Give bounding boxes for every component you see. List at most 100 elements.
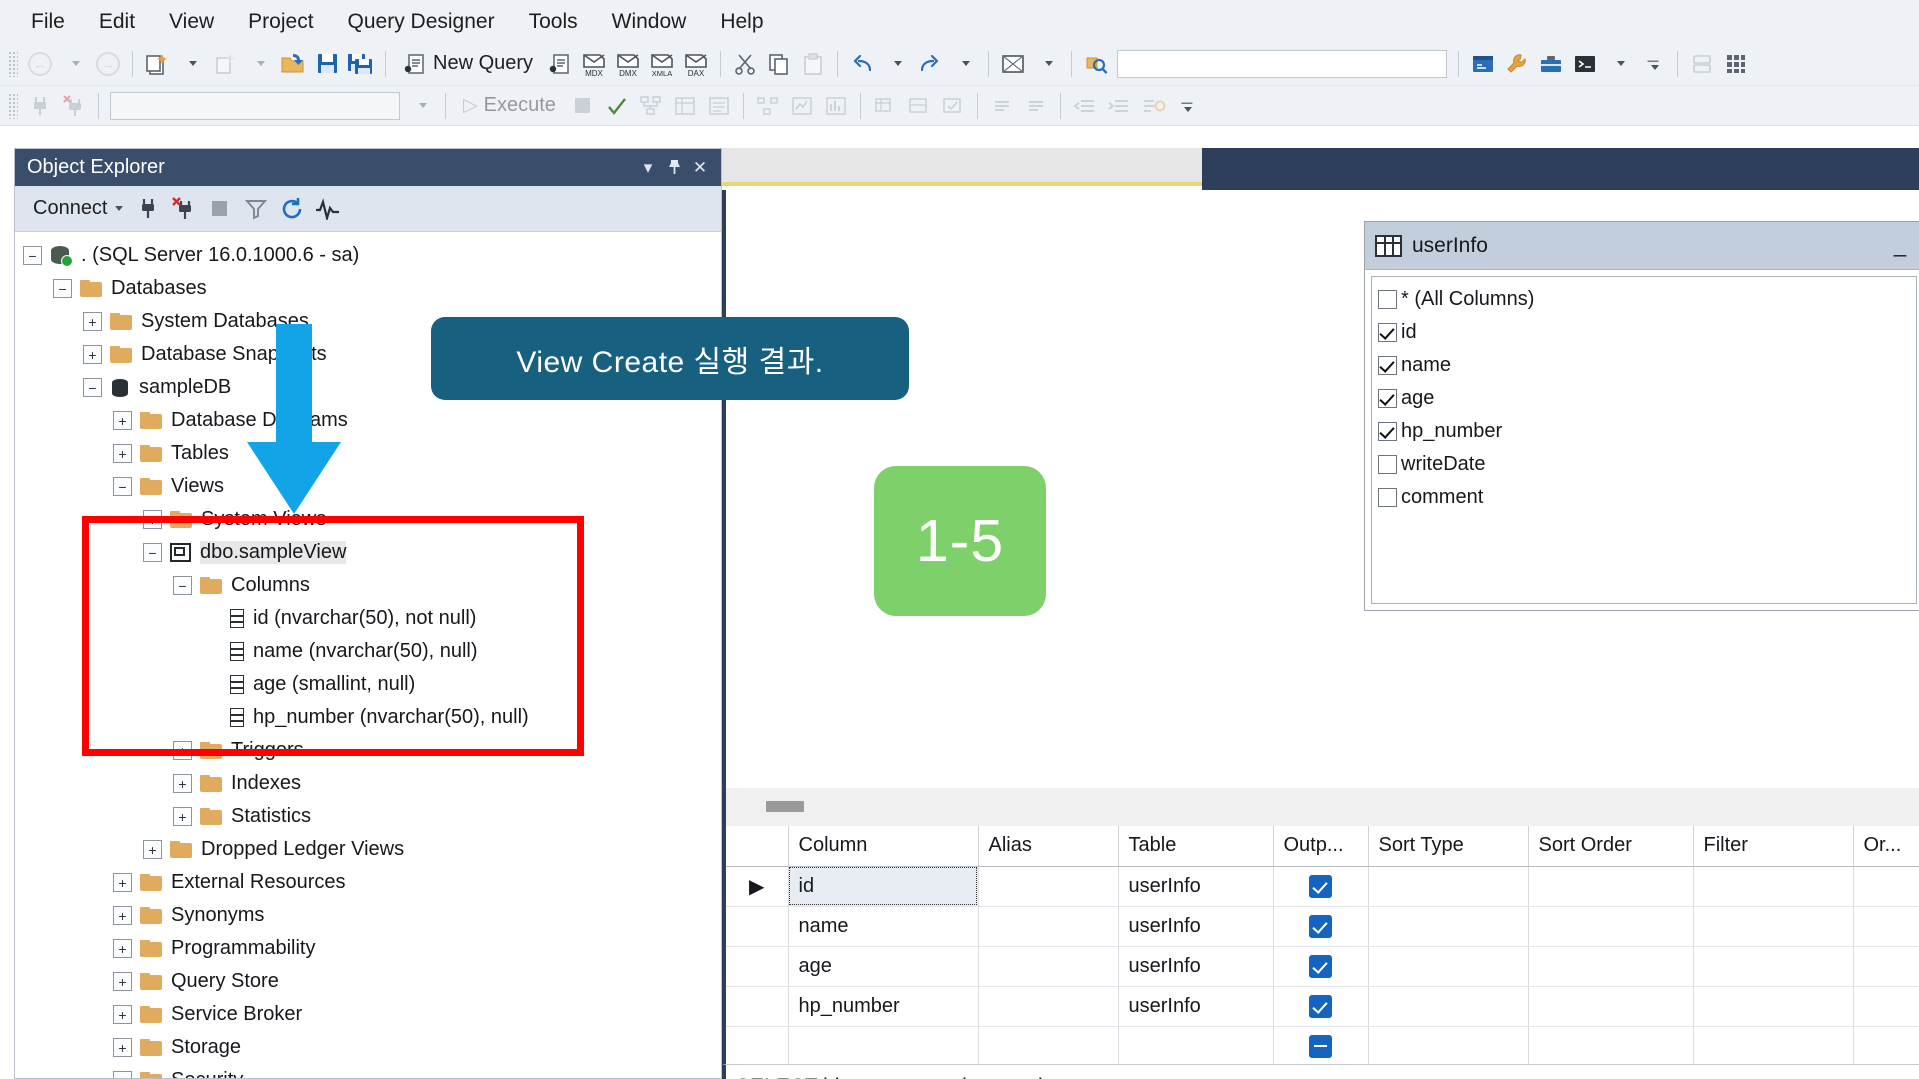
menu-item-file[interactable]: File bbox=[14, 9, 82, 34]
verify-sql-button[interactable] bbox=[937, 90, 969, 122]
tree-expander-plus[interactable]: + bbox=[113, 1005, 132, 1024]
cell-or[interactable] bbox=[1853, 986, 1919, 1027]
table-box-column-list[interactable]: * (All Columns) id name age hp_number writeDa… bbox=[1371, 276, 1917, 604]
connect-object-explorer-button[interactable] bbox=[131, 193, 165, 225]
cell-table[interactable]: userInfo bbox=[1118, 906, 1274, 947]
disconnect-object-explorer-button[interactable] bbox=[167, 193, 201, 225]
navigate-forward-button[interactable]: → bbox=[92, 48, 124, 80]
new-dax-query-button[interactable]: DAX bbox=[680, 48, 712, 80]
grid-column-header[interactable]: Sort Type bbox=[1368, 826, 1529, 867]
tree-node[interactable]: + Programmability bbox=[15, 932, 721, 965]
parse-button[interactable] bbox=[601, 90, 633, 122]
menu-item-help[interactable]: Help bbox=[703, 9, 780, 34]
options-button[interactable] bbox=[1501, 48, 1533, 80]
row-marker[interactable] bbox=[726, 946, 789, 987]
column-checkbox[interactable] bbox=[1378, 455, 1397, 474]
row-marker[interactable] bbox=[726, 1026, 789, 1064]
tree-node[interactable]: + Tables bbox=[15, 437, 721, 470]
column-checkbox[interactable] bbox=[1378, 323, 1397, 342]
cell-alias[interactable] bbox=[978, 1026, 1119, 1064]
stop-button[interactable] bbox=[203, 193, 237, 225]
criteria-grid-row[interactable]: ▶ id userInfo bbox=[726, 866, 1919, 907]
menu-item-window[interactable]: Window bbox=[595, 9, 704, 34]
toolbar-overflow-button[interactable]: — bbox=[1637, 48, 1669, 80]
menu-item-view[interactable]: View bbox=[152, 9, 231, 34]
cell-table[interactable]: userInfo bbox=[1118, 946, 1274, 987]
pin-icon[interactable] bbox=[661, 155, 687, 181]
cell-or[interactable] bbox=[1853, 866, 1919, 907]
tree-expander-minus[interactable]: − bbox=[113, 477, 132, 496]
tree-node[interactable]: + Indexes bbox=[15, 767, 721, 800]
new-project-dropdown[interactable] bbox=[175, 48, 207, 80]
include-client-stats-button[interactable] bbox=[820, 90, 852, 122]
column-checkbox[interactable] bbox=[1378, 290, 1397, 309]
results-to-text-button[interactable] bbox=[703, 90, 735, 122]
grid-column-header[interactable]: Alias bbox=[978, 826, 1119, 867]
results-to-grid-button[interactable] bbox=[669, 90, 701, 122]
tree-node[interactable]: + Service Broker bbox=[15, 998, 721, 1031]
cell-column[interactable]: id bbox=[788, 866, 979, 907]
tree-expander-minus[interactable]: − bbox=[143, 543, 162, 562]
row-marker[interactable] bbox=[726, 906, 789, 947]
toolbar-search-input[interactable] bbox=[1117, 49, 1448, 78]
tree-node[interactable]: id (nvarchar(50), not null) bbox=[15, 602, 721, 635]
minimize-icon[interactable]: ▾ bbox=[635, 155, 661, 181]
increase-indent-button[interactable] bbox=[1103, 90, 1135, 122]
tree-node[interactable]: + Query Store bbox=[15, 965, 721, 998]
display-estimated-plan-button[interactable] bbox=[635, 90, 667, 122]
grid-layout-button[interactable] bbox=[1720, 48, 1752, 80]
cell-output-checkbox[interactable] bbox=[1273, 986, 1369, 1027]
cell-sort-type[interactable] bbox=[1368, 946, 1529, 987]
tree-node[interactable]: + Synonyms bbox=[15, 899, 721, 932]
object-explorer-button[interactable] bbox=[1535, 48, 1567, 80]
tree-node[interactable]: + System Views bbox=[15, 503, 721, 536]
navigate-back-dropdown[interactable] bbox=[58, 48, 90, 80]
new-item-dropdown[interactable] bbox=[243, 48, 275, 80]
output-checkbox-checked[interactable] bbox=[1309, 994, 1332, 1018]
tree-expander-plus[interactable]: + bbox=[143, 510, 162, 529]
tree-node[interactable]: name (nvarchar(50), null) bbox=[15, 635, 721, 668]
filter-button[interactable] bbox=[239, 193, 273, 225]
tree-expander-plus[interactable]: + bbox=[113, 939, 132, 958]
tree-node[interactable]: + Triggers bbox=[15, 734, 721, 767]
table-column-row[interactable]: hp_number bbox=[1378, 415, 1916, 448]
tree-expander-plus[interactable]: + bbox=[173, 741, 192, 760]
tree-expander-plus[interactable]: + bbox=[113, 972, 132, 991]
cell-sort-type[interactable] bbox=[1368, 1026, 1529, 1064]
sql-text-pane[interactable]: SELECT id, name, age, hp_number FROM dbo… bbox=[722, 1064, 1919, 1079]
cell-alias[interactable] bbox=[978, 986, 1119, 1027]
cell-alias[interactable] bbox=[978, 946, 1119, 987]
cell-output-checkbox[interactable] bbox=[1273, 906, 1369, 947]
tree-expander-plus[interactable]: + bbox=[83, 312, 102, 331]
tree-expander-minus[interactable]: − bbox=[23, 246, 42, 265]
output-checkbox-checked[interactable] bbox=[1309, 874, 1332, 898]
terminal-dropdown[interactable] bbox=[1603, 48, 1635, 80]
menu-item-project[interactable]: Project bbox=[231, 9, 330, 34]
undo-dropdown[interactable] bbox=[880, 48, 912, 80]
comment-lines-button[interactable] bbox=[986, 90, 1018, 122]
tree-node[interactable]: − Databases bbox=[15, 272, 721, 305]
cell-table[interactable]: userInfo bbox=[1118, 866, 1274, 907]
tree-expander-minus[interactable]: − bbox=[53, 279, 72, 298]
tree-expander-plus[interactable]: + bbox=[113, 1071, 132, 1078]
row-marker[interactable]: ▶ bbox=[726, 866, 789, 907]
add-group-by-button[interactable] bbox=[903, 90, 935, 122]
tree-node[interactable]: + Database Diagrams bbox=[15, 404, 721, 437]
new-xmla-query-button[interactable]: XMLA bbox=[646, 48, 678, 80]
new-query-button[interactable]: New Query bbox=[394, 48, 542, 80]
show-diagram-pane-button[interactable] bbox=[997, 48, 1029, 80]
table-column-row[interactable]: comment bbox=[1378, 481, 1916, 514]
table-column-row[interactable]: name bbox=[1378, 349, 1916, 382]
cell-alias[interactable] bbox=[978, 866, 1119, 907]
menu-item-tools[interactable]: Tools bbox=[512, 9, 595, 34]
tree-node[interactable]: − . (SQL Server 16.0.1000.6 - sa) bbox=[15, 239, 721, 272]
include-live-stats-button[interactable] bbox=[786, 90, 818, 122]
find-button[interactable] bbox=[1080, 48, 1112, 80]
stop-button[interactable] bbox=[567, 90, 599, 122]
tree-expander-plus[interactable]: + bbox=[173, 774, 192, 793]
cell-or[interactable] bbox=[1853, 906, 1919, 947]
sql-editor-button[interactable] bbox=[1467, 48, 1499, 80]
tree-expander-minus[interactable]: − bbox=[83, 378, 102, 397]
tree-expander-plus[interactable]: + bbox=[113, 411, 132, 430]
criteria-grid[interactable]: Column Alias Table Outp... Sort Type Sort Ord… bbox=[722, 826, 1919, 1064]
